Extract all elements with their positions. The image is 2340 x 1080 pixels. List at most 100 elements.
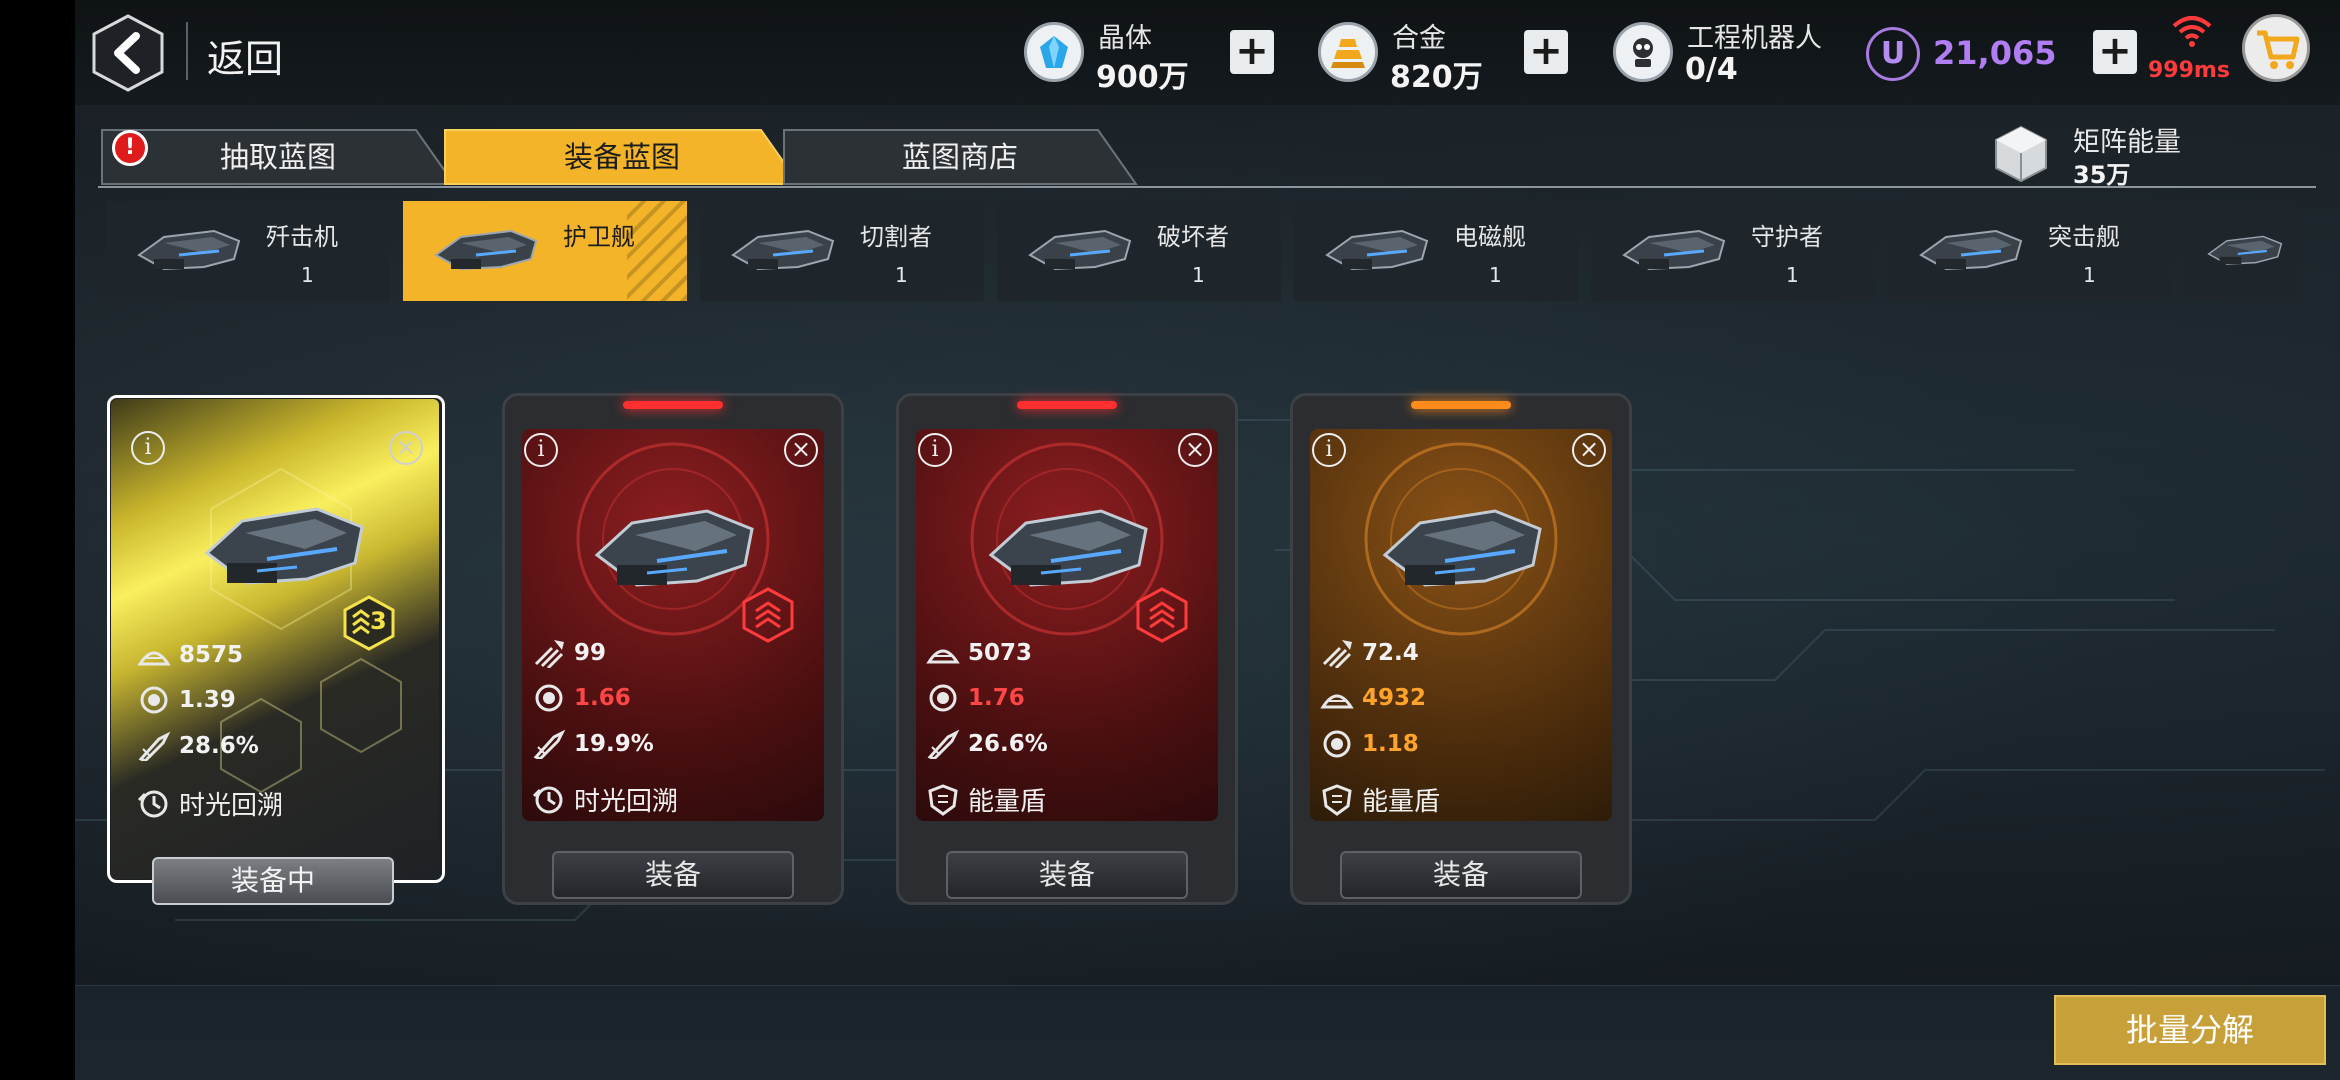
ship-type-name: 突击舰 [2048, 223, 2120, 251]
alloy-icon [1318, 22, 1378, 82]
ship-type-assault[interactable]: 突击舰 1 [1888, 201, 2172, 301]
stat-value: 1.18 [1362, 731, 1419, 757]
shop-cart-button[interactable] [2242, 14, 2310, 82]
ship-type-cutter[interactable]: 切割者 1 [700, 201, 984, 301]
damage-icon [534, 638, 566, 668]
ship-type-count: 1 [2083, 263, 2096, 287]
stat-row: 1.18 [1320, 729, 1419, 765]
tab-blueprint-shop[interactable]: 蓝图商店 [780, 128, 1140, 186]
tab-label: 抽取蓝图 [219, 140, 336, 174]
armor-icon [138, 651, 170, 666]
armor-icon [1321, 694, 1353, 709]
stat-row: 8575 [137, 640, 243, 676]
stat-value: 99 [574, 640, 607, 666]
ship-type-more[interactable] [2185, 201, 2295, 301]
resource-value: 900万 [1096, 60, 1189, 95]
stat-row: 99 [532, 638, 606, 674]
ship-type-frigate[interactable]: 护卫舰 [403, 201, 687, 301]
energy-icon [929, 684, 957, 712]
close-icon[interactable]: × [1572, 433, 1606, 467]
resource-name: 晶体 [1098, 23, 1152, 54]
ship-type-name: 歼击机 [266, 223, 338, 251]
rank-badge: 3 [343, 595, 395, 651]
ship-thumbnail [434, 229, 538, 271]
stat-row: 1.76 [926, 683, 1025, 719]
stat-row: 1.66 [532, 683, 631, 719]
time-rewind-icon [137, 790, 168, 817]
close-icon[interactable]: × [1178, 433, 1212, 467]
skill-row: 能量盾 [926, 781, 1046, 818]
stat-value: 1.76 [968, 685, 1025, 711]
stat-value: 72.4 [1362, 640, 1419, 666]
ship-type-destroyer[interactable]: 破坏者 1 [997, 201, 1281, 301]
skill-label: 能量盾 [968, 787, 1047, 817]
rarity-light [1411, 401, 1511, 409]
ship-type-name: 切割者 [860, 223, 932, 251]
stat-value: 1.39 [179, 687, 236, 713]
equip-button[interactable]: 装备 [552, 851, 794, 899]
ship-thumbnail [731, 229, 835, 271]
rocket-icon [928, 731, 958, 759]
back-label[interactable]: 返回 [207, 28, 283, 83]
close-icon[interactable]: × [784, 433, 818, 467]
ping-value: 999ms [2148, 58, 2230, 83]
energy-icon [1323, 730, 1351, 758]
time-rewind-icon [532, 786, 563, 813]
equip-button[interactable]: 装备 [946, 851, 1188, 899]
info-icon[interactable]: i [1312, 433, 1346, 467]
stat-value: 5073 [968, 640, 1033, 666]
ship-type-fighter[interactable]: 歼击机 1 [106, 201, 390, 301]
add-currency-button[interactable]: + [2093, 30, 2137, 74]
shield-icon [928, 784, 958, 815]
resource-name: 合金 [1392, 23, 1446, 54]
equipped-button[interactable]: 装备中 [152, 857, 394, 905]
skill-label: 能量盾 [1362, 787, 1441, 817]
cart-icon [2257, 30, 2300, 69]
stat-value: 28.6% [179, 733, 259, 759]
tab-draw-blueprint[interactable]: 抽取蓝图 [98, 128, 458, 186]
equip-button[interactable]: 装备 [1340, 851, 1582, 899]
blueprint-card-equipped[interactable]: i × 3 8575 1.39 28.6% 时光回溯 装备中 [107, 395, 445, 905]
ship-thumbnail [1622, 229, 1726, 271]
resource-value: 0/4 [1685, 52, 1738, 87]
ship-type-count: 1 [301, 263, 314, 287]
batch-decompose-button[interactable]: 批量分解 [2054, 995, 2326, 1065]
ship-type-guardian[interactable]: 守护者 1 [1591, 201, 1875, 301]
add-crystal-button[interactable]: + [1230, 30, 1274, 74]
rocket-icon [534, 731, 564, 759]
u-currency-value: 21,065 [1933, 34, 2057, 72]
resource-name: 工程机器人 [1687, 23, 1822, 54]
resource-robot: 工程机器人 0/4 [1613, 12, 1853, 92]
tabs-baseline [98, 186, 2316, 188]
ship-type-em-ship[interactable]: 电磁舰 1 [1294, 201, 1578, 301]
resource-crystal: 晶体 900万 [1024, 12, 1204, 95]
ship-type-count: 1 [1786, 263, 1799, 287]
damage-icon [1322, 638, 1354, 668]
matrix-energy-label: 矩阵能量 [2073, 127, 2181, 158]
skill-row: 能量盾 [1320, 781, 1440, 818]
crystal-icon [1024, 22, 1084, 82]
tab-equip-blueprint[interactable]: 装备蓝图 [443, 128, 801, 186]
blueprint-card[interactable]: i × 5073 1.76 26.6% 能量盾 装备 [896, 393, 1238, 905]
info-icon[interactable]: i [918, 433, 952, 467]
resource-value: 820万 [1390, 60, 1483, 95]
blueprint-card[interactable]: i × 72.4 4932 1.18 能量盾 装备 [1290, 393, 1632, 905]
wifi-signal-icon [2172, 16, 2212, 47]
info-icon[interactable]: i [131, 431, 165, 465]
stat-value: 4932 [1362, 685, 1427, 711]
matrix-energy-icon [1995, 125, 2047, 183]
rank-chevron-icon [742, 587, 794, 643]
armor-icon [927, 649, 959, 664]
info-icon[interactable]: i [524, 433, 558, 467]
blueprint-card[interactable]: i × 99 1.66 19.9% 时光回溯 装备 [502, 393, 844, 905]
stat-value: 1.66 [574, 685, 631, 711]
ship-thumbnail [1325, 229, 1429, 271]
close-icon[interactable]: × [389, 431, 423, 465]
matrix-energy-value: 35万 [2073, 161, 2131, 189]
back-button[interactable] [92, 14, 164, 92]
stat-value: 26.6% [968, 731, 1048, 757]
rocket-icon [139, 733, 169, 761]
add-alloy-button[interactable]: + [1524, 30, 1568, 74]
tab-label: 装备蓝图 [563, 140, 680, 174]
stat-value: 19.9% [574, 731, 654, 757]
